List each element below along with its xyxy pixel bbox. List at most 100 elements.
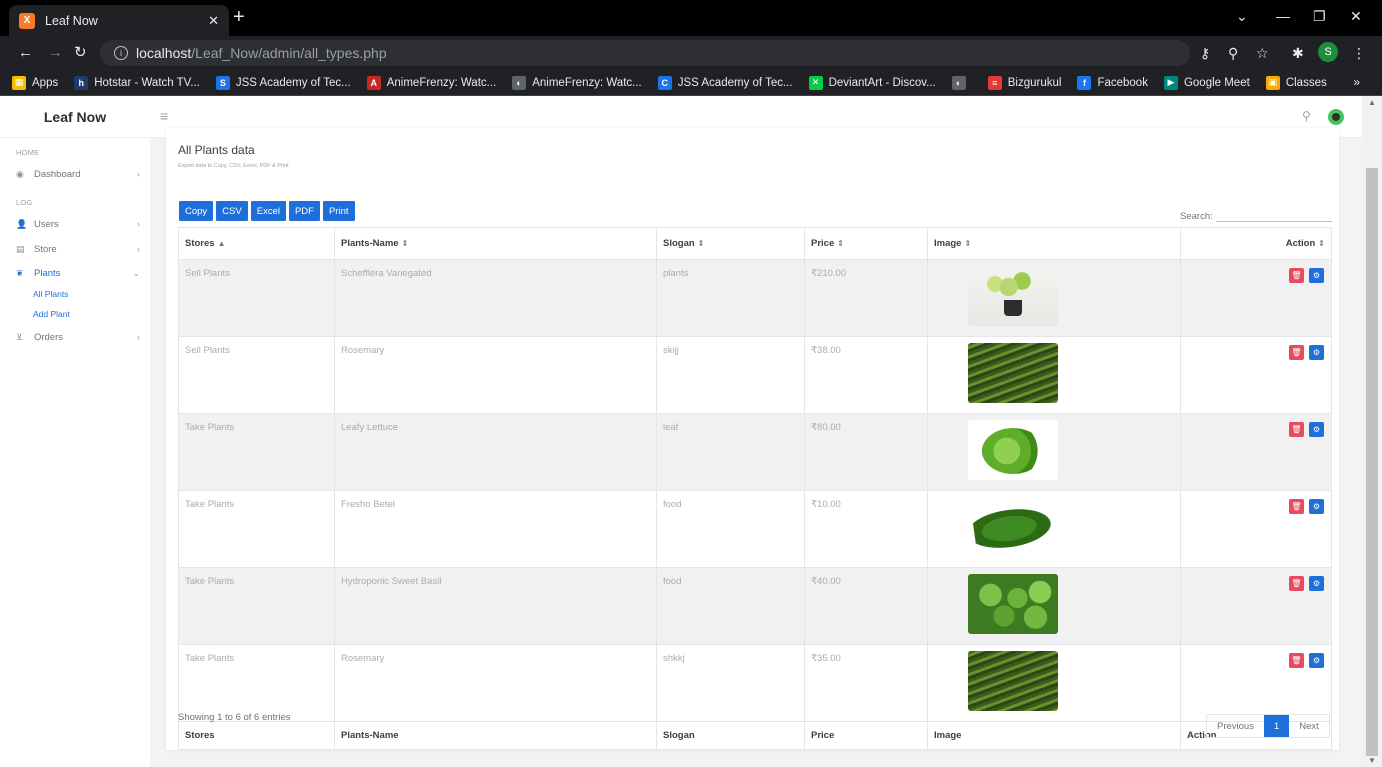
edit-button[interactable]: ⚙ (1309, 345, 1324, 360)
brand-logo[interactable]: Leaf Now (0, 96, 150, 138)
column-header-action[interactable]: Action ⇕ (1180, 227, 1332, 260)
bookmark-item[interactable]: ◐ (951, 75, 972, 90)
delete-button[interactable]: 🗑 (1289, 422, 1304, 437)
cell-image (927, 644, 1181, 722)
bookmark-item[interactable]: S JSS Academy of Tec... (215, 75, 351, 90)
search-icon[interactable]: ⚲ (1302, 109, 1311, 123)
browser-tab-strip: X Leaf Now ✕ + ⌄ — ❐ ✕ (0, 0, 1382, 36)
sidebar-subitem-all-plants[interactable]: All Plants (33, 289, 68, 299)
column-header-price[interactable]: Price ⇕ (804, 227, 928, 260)
sidebar-item-store[interactable]: ▤ Store › (16, 241, 144, 257)
bookmark-item[interactable]: A AnimeFrenzy: Watc... (366, 75, 496, 90)
sidebar-item-plants[interactable]: ❦ Plants ⌄ (16, 265, 144, 281)
tab-search-chevron-icon[interactable]: ⌄ (1236, 8, 1248, 25)
cell-price: ₹210.00 (804, 259, 928, 337)
table-row: Sell Plants Schefflera Variegated plants ₹2… (178, 259, 1332, 337)
edit-button[interactable]: ⚙ (1309, 422, 1324, 437)
delete-button[interactable]: 🗑 (1289, 499, 1304, 514)
sidebar-item-orders[interactable]: ⊻ Orders › (16, 329, 144, 345)
csv-button[interactable]: CSV (216, 201, 248, 221)
scroll-up-arrow-icon[interactable]: ▲ (1368, 98, 1376, 107)
address-bar[interactable]: i localhost/Leaf_Now/admin/all_types.php (100, 40, 1190, 66)
sidebar-item-dashboard[interactable]: ◉ Dashboard › (16, 166, 144, 182)
cell-store: Take Plants (178, 644, 335, 722)
bookmark-label: JSS Academy of Tec... (235, 76, 351, 89)
extensions-puzzle-icon[interactable]: ✱ (1292, 45, 1304, 62)
dashboard-icon: ◉ (16, 168, 24, 179)
close-tab-icon[interactable]: ✕ (208, 13, 219, 29)
new-tab-plus-icon[interactable]: + (233, 7, 245, 27)
sidebar-item-label: Orders (34, 331, 64, 343)
edit-button[interactable]: ⚙ (1309, 268, 1324, 283)
bookmark-star-icon[interactable]: ☆ (1256, 45, 1269, 62)
edit-button[interactable]: ⚙ (1309, 576, 1324, 591)
reload-icon[interactable]: ↻ (74, 44, 87, 62)
cell-plant-name: Schefflera Variegated (334, 259, 657, 337)
window-close-icon[interactable]: ✕ (1350, 8, 1362, 25)
page-scrollbar[interactable]: ▲ ▼ (1362, 96, 1382, 767)
user-avatar[interactable] (1328, 109, 1344, 125)
scroll-down-arrow-icon[interactable]: ▼ (1368, 756, 1376, 765)
forward-arrow-icon[interactable]: → (48, 44, 63, 62)
sidebar-section-log: LOG (16, 198, 33, 207)
cell-slogan: plants (656, 259, 805, 337)
sidebar-item-users[interactable]: 👤 Users › (16, 216, 144, 232)
table-header-row: Stores ▲ Plants-Name ⇕ Slogan ⇕ Price ⇕ Imag… (178, 227, 1332, 260)
cell-price: ₹35.00 (804, 644, 928, 722)
excel-button[interactable]: Excel (250, 201, 286, 221)
next-page-button[interactable]: Next (1289, 715, 1329, 737)
delete-button[interactable]: 🗑 (1289, 268, 1304, 283)
column-header-stores[interactable]: Stores ▲ (178, 227, 335, 260)
bookmarks-overflow-icon[interactable]: » (1353, 75, 1360, 89)
browser-tab[interactable]: X Leaf Now ✕ (9, 5, 229, 36)
restore-icon[interactable]: ❐ (1313, 8, 1326, 25)
header-label: Image (934, 238, 962, 249)
copy-button[interactable]: Copy (179, 201, 214, 221)
cell-store: Take Plants (178, 567, 335, 645)
bookmark-item[interactable]: ▣ Classes (1265, 75, 1327, 90)
table-search-input[interactable] (1216, 206, 1332, 222)
bookmark-item[interactable]: ▶ Google Meet (1163, 75, 1250, 90)
profile-avatar[interactable]: S (1318, 42, 1338, 62)
pdf-button[interactable]: PDF (288, 201, 320, 221)
column-header-plants-name[interactable]: Plants-Name ⇕ (334, 227, 657, 260)
previous-page-button[interactable]: Previous (1207, 715, 1264, 737)
table-info: Showing 1 to 6 of 6 entries (178, 712, 291, 723)
site-info-icon[interactable]: i (114, 46, 128, 60)
bookmark-label: Bizgurukul (1007, 76, 1062, 89)
page-1-button[interactable]: 1 (1263, 715, 1290, 737)
bookmark-favicon-icon: A (366, 75, 381, 90)
column-header-image[interactable]: Image ⇕ (927, 227, 1181, 260)
browser-menu-icon[interactable]: ⋮ (1352, 45, 1366, 62)
footer-image: Image (927, 721, 1181, 750)
column-header-slogan[interactable]: Slogan ⇕ (656, 227, 805, 260)
minimize-icon[interactable]: — (1276, 8, 1290, 24)
pagination: Previous 1 Next (1206, 714, 1330, 738)
sidebar-subitem-add-plant[interactable]: Add Plant (33, 309, 70, 319)
key-icon[interactable]: ⚷ (1200, 45, 1210, 62)
bookmark-item[interactable]: ◐ AnimeFrenzy: Watc... (512, 75, 642, 90)
bookmark-item[interactable]: h Hotstar - Watch TV... (74, 75, 200, 90)
bookmark-item[interactable]: f Facebook (1077, 75, 1148, 90)
edit-button[interactable]: ⚙ (1309, 499, 1324, 514)
delete-button[interactable]: 🗑 (1289, 345, 1304, 360)
delete-button[interactable]: 🗑 (1289, 653, 1304, 668)
plants-data-card: All Plants data Export data to Copy, CSV… (166, 128, 1339, 750)
bookmark-item[interactable]: C JSS Academy of Tec... (657, 75, 793, 90)
bookmark-favicon-icon: ◐ (512, 75, 527, 90)
print-button[interactable]: Print (322, 201, 355, 221)
edit-button[interactable]: ⚙ (1309, 653, 1324, 668)
bookmark-favicon-icon: S (215, 75, 230, 90)
cell-price: ₹38.00 (804, 336, 928, 414)
plant-image (968, 497, 1058, 557)
back-arrow-icon[interactable]: ← (18, 44, 33, 62)
bookmark-item[interactable]: ≡ Bizgurukul (987, 75, 1062, 90)
scrollbar-thumb[interactable] (1366, 168, 1378, 756)
bookmark-item[interactable]: ✕ DeviantArt - Discov... (808, 75, 936, 90)
bookmark-item[interactable]: ▦ Apps (12, 75, 58, 90)
cell-slogan: food (656, 490, 805, 568)
zoom-icon[interactable]: ⚲ (1228, 45, 1238, 62)
cell-action: 🗑 ⚙ (1180, 259, 1332, 337)
delete-button[interactable]: 🗑 (1289, 576, 1304, 591)
hamburger-menu-icon[interactable]: ≡ (160, 108, 168, 124)
